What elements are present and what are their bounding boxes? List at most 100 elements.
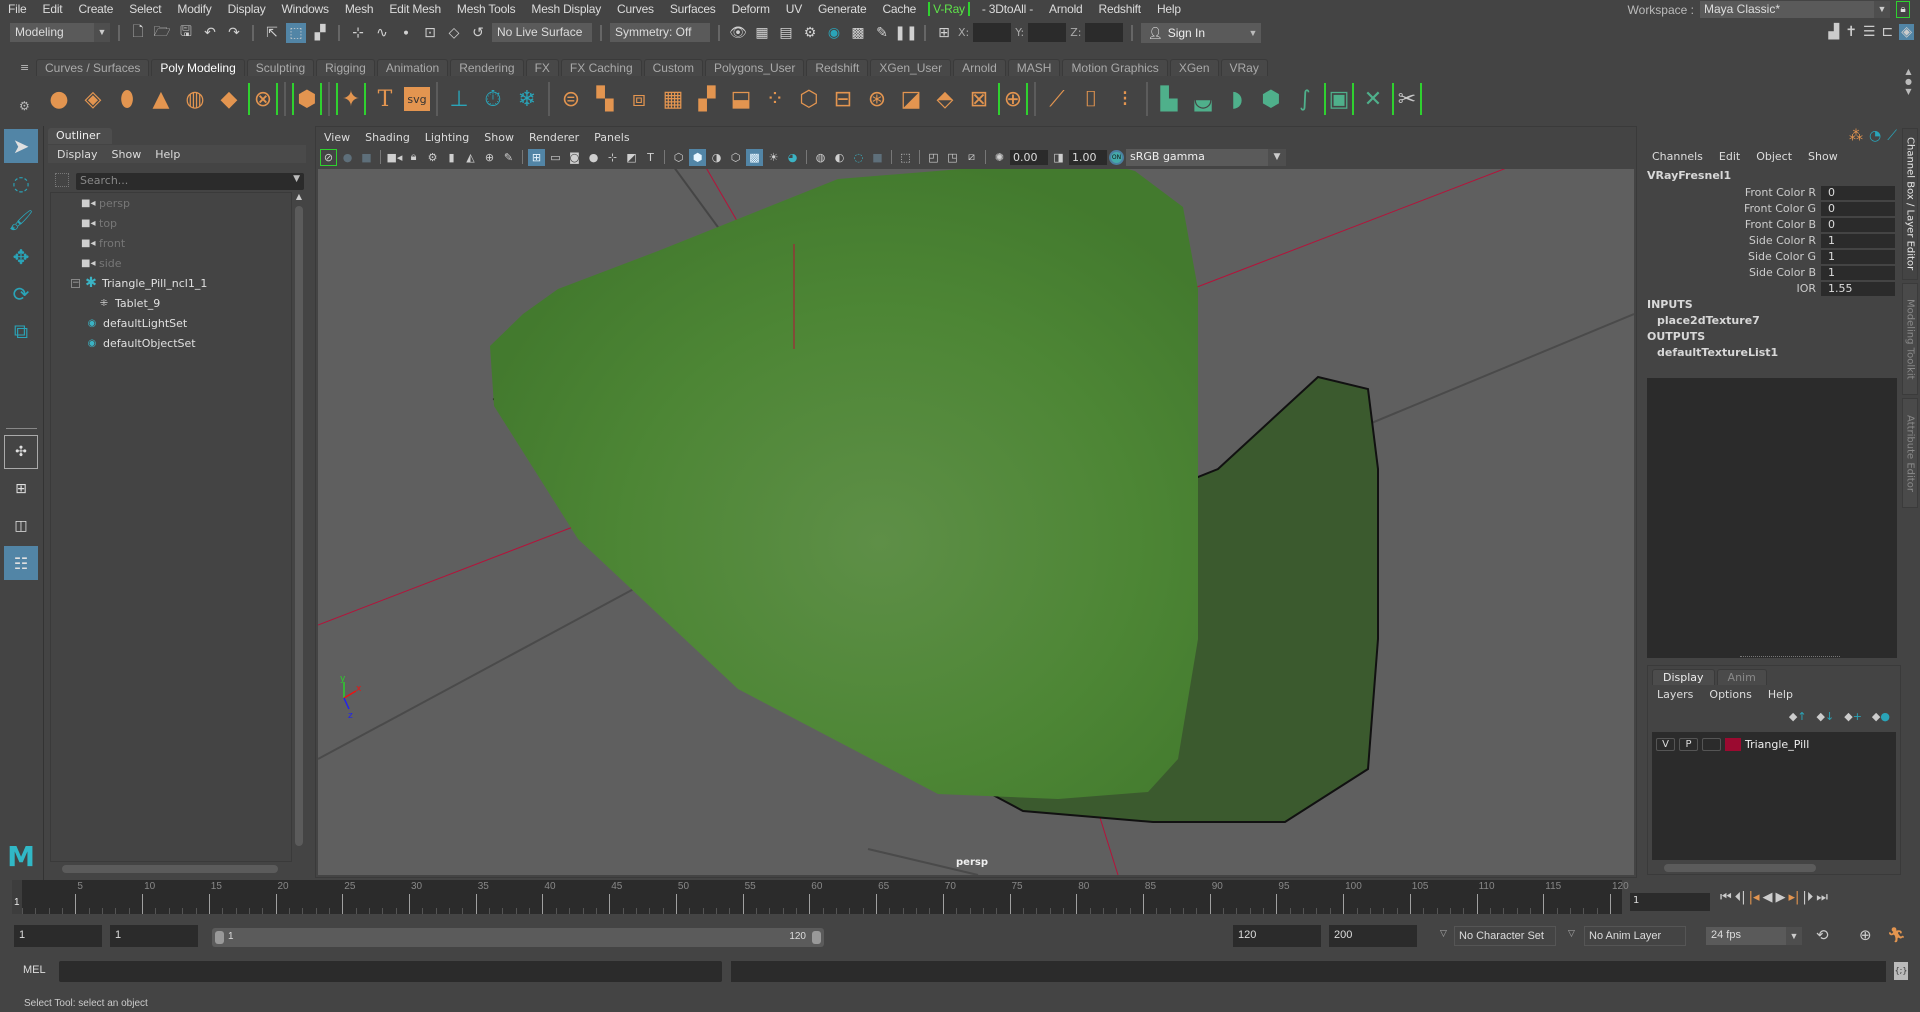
menu-modify[interactable]: Modify [169,2,219,16]
planar-mapping-icon[interactable]: ▙ [1154,83,1184,115]
two-pane-layout-icon[interactable]: ◫ [4,509,38,543]
snap-grid-icon[interactable]: ⊹ [348,23,368,43]
poly-cube-icon[interactable]: ◈ [78,83,108,115]
collapse-icon[interactable]: − [71,278,80,288]
manipulator-icon[interactable]: ⁂ [1849,128,1863,144]
animation-end-field[interactable]: 200 [1329,925,1417,947]
image-plane-icon[interactable]: ◭ [462,149,479,166]
shelf-tab-rendering[interactable]: Rendering [450,59,524,76]
four-pane-layout-icon[interactable]: ⊞ [4,472,38,506]
delete-history-icon[interactable]: ⏱ [478,83,508,115]
shelf-tab-sculpting[interactable]: Sculpting [246,59,315,76]
new-scene-icon[interactable]: 🗋 [128,23,148,43]
tab-attribute-editor[interactable]: Attribute Editor [1902,398,1918,508]
outliner-item-front[interactable]: ■◂ front [81,233,125,253]
viewport-menu-view[interactable]: View [324,131,350,147]
input-node[interactable]: place2dTexture7 [1657,314,1760,327]
channel-box-icon[interactable]: ◈ [1899,24,1914,40]
menu-surfaces[interactable]: Surfaces [662,2,724,16]
xray-icon[interactable]: ◰ [925,149,942,166]
attribute-value[interactable]: 1 [1821,249,1895,264]
panel-splitter[interactable] [1740,656,1840,658]
human-ik-icon[interactable]: ✝ [1845,24,1857,40]
cylindrical-mapping-icon[interactable]: ◛ [1188,83,1218,115]
character-set-dropdown[interactable]: No Character Set [1454,926,1556,946]
shelf-tab-redshift[interactable]: Redshift [806,59,869,76]
shelf-tab-poly-modeling[interactable]: Poly Modeling [151,59,245,76]
outliner-item-triangle-pill[interactable]: − ✱ Triangle_Pill_ncl1_1 [71,273,207,293]
menu-edit-mesh[interactable]: Edit Mesh [381,2,449,16]
viewport-menu-show[interactable]: Show [484,131,514,147]
modeling-toolkit-icon[interactable]: ▟ [1828,24,1839,40]
gate-mask-icon[interactable]: ● [585,149,602,166]
grid-icon[interactable]: ⊞ [528,148,545,166]
move-layer-down-icon[interactable]: ◆↓ [1817,710,1835,723]
menu-select[interactable]: Select [121,2,169,16]
uv-layout-icon[interactable]: ✕ [1358,83,1388,115]
playback-start-field[interactable]: 1 [110,925,198,947]
attribute-editor-icon[interactable]: ☰ [1863,24,1876,40]
shelf-tab-arnold[interactable]: Arnold [953,59,1006,76]
anim-layer-menu-icon[interactable]: ▽ [1568,929,1575,939]
attribute-value[interactable]: 1 [1821,265,1895,280]
menu-generate[interactable]: Generate [810,2,874,16]
new-layer-selected-icon[interactable]: ◆● [1872,710,1890,723]
step-back-frame-icon[interactable]: |◂ [1749,890,1760,905]
attribute-value[interactable]: 0 [1821,217,1895,232]
viewport-menu-shading[interactable]: Shading [365,131,410,147]
range-start-handle[interactable] [215,931,224,944]
layer-type-toggle[interactable] [1702,737,1721,751]
menu-redshift[interactable]: Redshift [1091,2,1149,16]
tab-anim[interactable]: Anim [1716,669,1767,685]
step-forward-key-icon[interactable]: |⏵ [1802,890,1813,905]
outliner-search-input[interactable]: Search... ▼ [76,173,304,190]
super-shape-icon[interactable]: ✦ [336,83,366,115]
render-view-icon[interactable]: 👁︎ [728,23,748,43]
y-field[interactable] [1028,23,1067,42]
outliner-vertical-scrollbar[interactable]: ▲ [294,192,304,862]
vray-region-icon[interactable]: ■ [358,149,375,166]
hypershade-icon[interactable]: ◉ [824,23,844,43]
shelf-tab-animation[interactable]: Animation [376,59,449,76]
attribute-value[interactable]: 0 [1821,201,1895,216]
select-camera-icon[interactable]: ■◂ [386,149,403,166]
z-field[interactable] [1085,23,1124,42]
auto-key-icon[interactable]: ⊕ [1859,926,1872,944]
view-transform-dropdown[interactable]: sRGB gamma ▼ [1126,148,1286,166]
outliner-item-tablet[interactable]: ⁜ Tablet_9 [97,293,160,313]
hyperbolic-icon[interactable]: ⟋ [1887,128,1897,144]
layer-horizontal-scrollbar[interactable] [1652,863,1896,873]
separate-icon[interactable]: ▚ [590,83,620,115]
filter-icon[interactable] [55,173,69,187]
playback-end-field[interactable]: 120 [1233,925,1321,947]
shelf-tab-mash[interactable]: MASH [1007,59,1061,76]
use-all-lights-icon[interactable]: ☀ [765,149,782,166]
layer-color-swatch[interactable] [1725,737,1741,751]
vray-ipr-icon[interactable]: ⊘ [320,148,337,166]
menu-cache[interactable]: Cache [874,2,924,16]
snap-point-icon[interactable]: ∙ [396,23,416,43]
film-gate-icon[interactable]: ▭ [547,149,564,166]
range-end-handle[interactable] [812,931,821,944]
animation-preferences-icon[interactable]: 🏃︎ [1887,926,1906,944]
snap-curve-icon[interactable]: ∿ [372,23,392,43]
scroll-thumb[interactable] [62,865,278,873]
remesh-icon[interactable]: ⁘ [760,83,790,115]
shelf-tab-custom[interactable]: Custom [643,59,703,76]
loop-icon[interactable]: ⟲ [1816,926,1829,944]
bounding-box-icon[interactable]: ⊠ [964,83,994,115]
lasso-tool-icon[interactable]: ◌ [4,166,38,200]
wireframe-icon[interactable]: ⬡ [670,149,687,166]
rotate-tool-icon[interactable]: ⟳ [4,277,38,311]
contour-stretch-icon[interactable]: ∫ [1290,83,1320,115]
scale-tool-icon[interactable]: ⧉ [4,314,38,348]
cut-sew-uv-icon[interactable]: ✂ [1392,83,1422,115]
x-field[interactable] [973,23,1012,42]
menu-file[interactable]: File [0,2,35,16]
field-chart-icon[interactable]: ⊹ [604,149,621,166]
unfold-icon[interactable]: ⊕ [998,83,1028,115]
outliner-tab[interactable]: Outliner [48,128,112,144]
command-language-toggle[interactable]: MEL [23,964,46,976]
play-backward-icon[interactable]: ◀ [1763,890,1773,905]
bevel-icon[interactable]: ⊛ [862,83,892,115]
